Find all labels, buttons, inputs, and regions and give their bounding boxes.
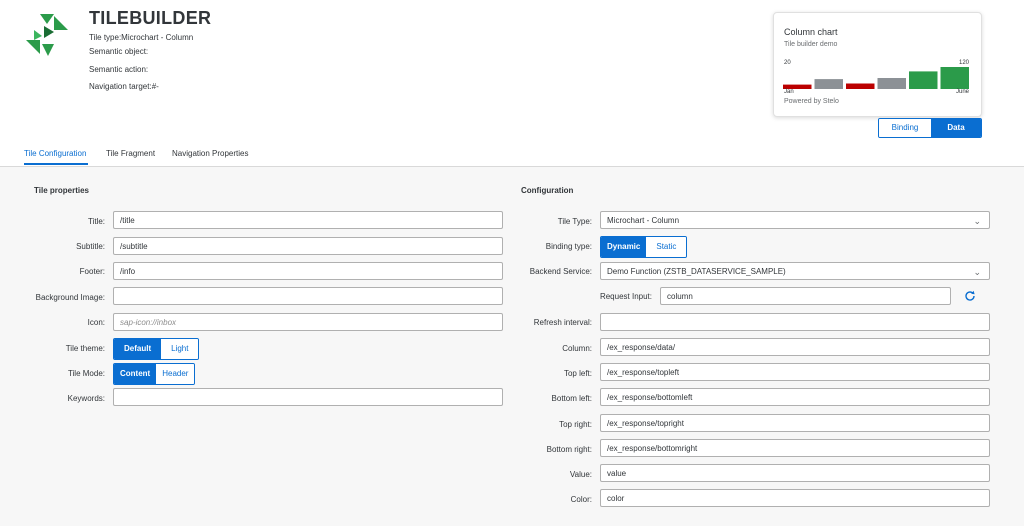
keywords-label: Keywords: [67,394,105,403]
keywords-input[interactable] [113,388,503,406]
request-input-field[interactable]: column [660,287,951,305]
backend-service-select[interactable]: Demo Function (ZSTB_DATASERVICE_SAMPLE) … [600,262,990,280]
footer-input[interactable]: /info [113,262,503,280]
tab-navigation-properties[interactable]: Navigation Properties [172,149,248,158]
tile-bottom-left-label: Jan [784,89,794,95]
column-input[interactable]: /ex_response/data/ [600,338,990,356]
active-tab-indicator [24,163,88,165]
tile-theme-toggle: Default Light [113,338,200,360]
top-left-input[interactable]: /ex_response/topleft [600,363,990,381]
theme-light-button[interactable]: Light [161,339,199,359]
chart-bar-5 [909,71,938,89]
tile-preview[interactable]: Column chart Tile builder demo 20 120 Ja… [773,12,982,117]
tab-tile-configuration[interactable]: Tile Configuration [24,149,86,158]
chart-bar-4 [877,78,906,89]
chevron-down-icon: ⌄ [973,267,981,277]
tile-type-label: Tile Type: [557,217,592,226]
app-title: TILEBUILDER [89,8,212,28]
tile-type-value: Microchart - Column [607,216,680,225]
backend-service-label: Backend Service: [529,267,592,276]
chart-bar-2 [814,79,843,89]
tile-mode-label: Tile Mode: [67,369,105,378]
tile-bottom-right-label: June [955,89,969,95]
tile-mode-toggle: Content Header [113,363,196,385]
bottom-left-label: Bottom left: [551,394,592,403]
tab-tile-fragment[interactable]: Tile Fragment [106,149,155,158]
backend-service-value: Demo Function (ZSTB_DATASERVICE_SAMPLE) [607,267,786,276]
tile-properties-title: Tile properties [34,186,89,195]
mode-header-button[interactable]: Header [156,364,195,384]
semantic-object-text: Semantic object: [89,47,149,56]
mode-content-button[interactable]: Content [114,364,157,384]
chart-bar-3 [846,83,875,89]
tile-top-left-label: 20 [784,60,791,66]
title-input[interactable]: /title [113,211,503,229]
bottom-left-input[interactable]: /ex_response/bottomleft [600,388,990,406]
color-label: Color: [570,495,592,504]
tile-top-right-label: 120 [958,60,969,66]
icon-input[interactable]: sap-icon://inbox [113,313,503,331]
page-header: TILEBUILDER Tile type:Microchart - Colum… [0,0,1024,167]
bottom-right-label: Bottom right: [546,445,592,454]
background-image-label: Background Image: [35,293,105,302]
title-label: Title: [87,217,105,226]
tilebuilder-logo-icon [26,14,68,56]
column-label: Column: [562,344,592,353]
footer-label: Footer: [79,267,105,276]
top-right-label: Top right: [559,420,592,429]
tile-preview-title: Column chart [784,27,838,37]
subtitle-input[interactable]: /subtitle [113,237,503,255]
refresh-interval-input[interactable] [600,313,990,331]
binding-type-label: Binding type: [545,242,592,251]
top-left-label: Top left: [563,369,592,378]
navigation-target-text: Navigation target:#- [89,82,159,91]
configuration-title: Configuration [521,186,574,195]
tile-preview-subtitle: Tile builder demo [784,41,838,48]
semantic-action-text: Semantic action: [89,65,149,74]
column-microchart [783,67,969,89]
value-label: Value: [569,470,592,479]
data-view-button[interactable]: Data [931,119,981,137]
refresh-icon[interactable] [964,290,976,302]
refresh-interval-label: Refresh interval: [533,318,592,327]
color-input[interactable]: color [600,489,990,507]
binding-type-toggle: Dynamic Static [600,236,688,258]
subtitle-label: Subtitle: [76,242,105,251]
tile-type-text: Tile type:Microchart - Column [89,33,194,42]
theme-default-button[interactable]: Default [114,339,162,359]
binding-view-button[interactable]: Binding [879,119,931,137]
bottom-right-input[interactable]: /ex_response/bottomright [600,439,990,457]
tile-preview-footer: Powered by Stelo [784,98,839,105]
tile-type-select[interactable]: Microchart - Column ⌄ [600,211,990,229]
view-toggle: Binding Data [878,118,982,138]
request-input-label: Request Input: [599,292,652,301]
chart-bar-6 [940,67,969,89]
background-image-input[interactable] [113,287,503,305]
tile-theme-label: Tile theme: [65,344,105,353]
value-input[interactable]: value [600,464,990,482]
icon-label: Icon: [87,318,105,327]
chevron-down-icon: ⌄ [973,216,981,226]
binding-static-button[interactable]: Static [646,237,687,257]
binding-dynamic-button[interactable]: Dynamic [601,237,647,257]
top-right-input[interactable]: /ex_response/topright [600,414,990,432]
